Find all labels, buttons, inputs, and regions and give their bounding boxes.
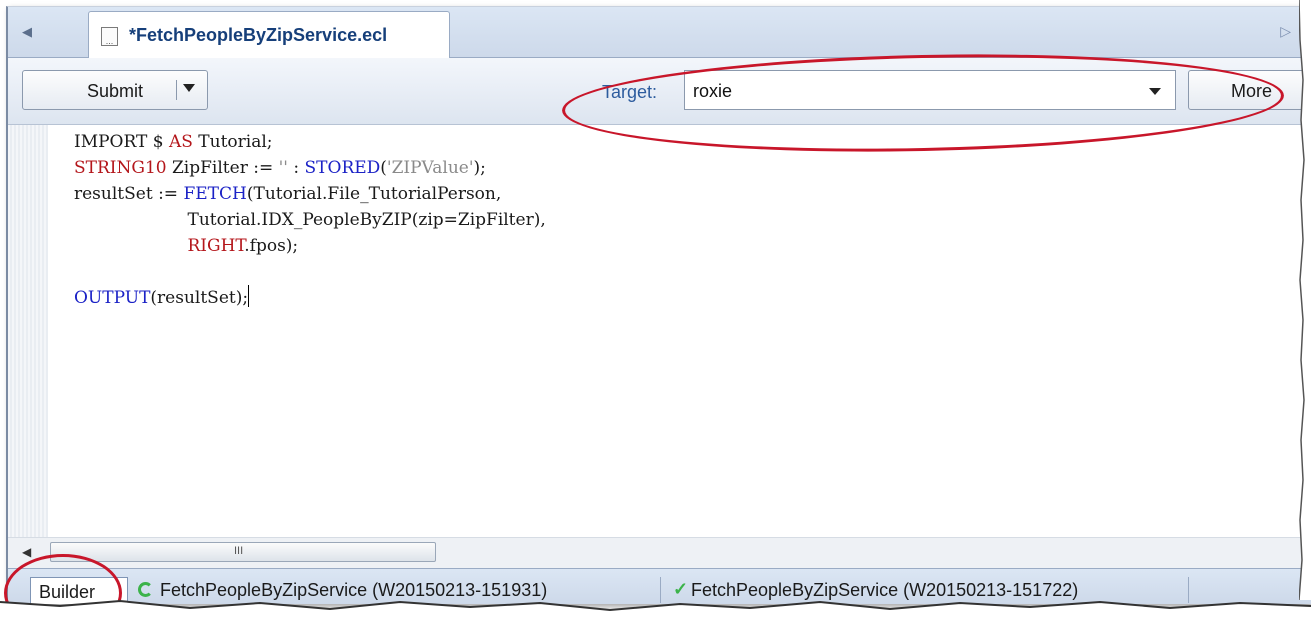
horizontal-scrollbar[interactable]: ◀ III <box>8 537 1311 568</box>
workunit-tab-2[interactable]: FetchPeopleByZipService (W20150213-15172… <box>691 580 1078 601</box>
document-tab-title: *FetchPeopleByZipService.ecl <box>129 25 388 45</box>
submit-dropdown-icon[interactable] <box>183 84 195 92</box>
code-line: OUTPUT(resultSet); <box>74 285 250 308</box>
code-line: RIGHT.fpos); <box>187 236 299 256</box>
tab-scroll-left-icon[interactable]: ◀ <box>22 24 32 40</box>
file-icon: ... <box>101 27 118 46</box>
scrollbar-grip: III <box>234 545 244 557</box>
tab-scroll-right-icon[interactable]: ▷ <box>1280 23 1291 40</box>
document-tab[interactable]: ... *FetchPeopleByZipService.ecl <box>88 11 450 58</box>
check-icon: ✓ <box>673 579 689 599</box>
scroll-left-icon[interactable]: ◀ <box>22 545 31 559</box>
scrollbar-thumb[interactable]: III <box>50 542 436 562</box>
workunit-bar: Builder FetchPeopleByZipService (W201502… <box>8 568 1311 604</box>
text-caret <box>248 285 250 307</box>
workunit-tab-1[interactable]: FetchPeopleByZipService (W20150213-15193… <box>160 580 547 601</box>
submit-button[interactable]: Submit <box>22 70 208 110</box>
torn-right-edge <box>1299 0 1311 600</box>
code-line: resultSet := FETCH(Tutorial.File_Tutoria… <box>74 184 502 204</box>
code-text[interactable]: IMPORT $ AS Tutorial; STRING10 ZipFilter… <box>74 129 546 311</box>
torn-bottom-edge <box>0 600 1311 633</box>
code-line: Tutorial.IDX_PeopleByZIP(zip=ZipFilter), <box>74 210 546 230</box>
editor-gutter <box>8 125 48 537</box>
code-editor[interactable]: IMPORT $ AS Tutorial; STRING10 ZipFilter… <box>8 125 1311 537</box>
code-line: IMPORT $ AS Tutorial; <box>74 132 273 152</box>
running-status-icon <box>138 582 153 597</box>
submit-divider <box>176 80 177 100</box>
submit-label: Submit <box>87 81 144 101</box>
code-line: STRING10 ZipFilter := '' : STORED('ZIPVa… <box>74 158 486 178</box>
tab-strip: ◀ ... *FetchPeopleByZipService.ecl ▷ <box>8 7 1311 58</box>
